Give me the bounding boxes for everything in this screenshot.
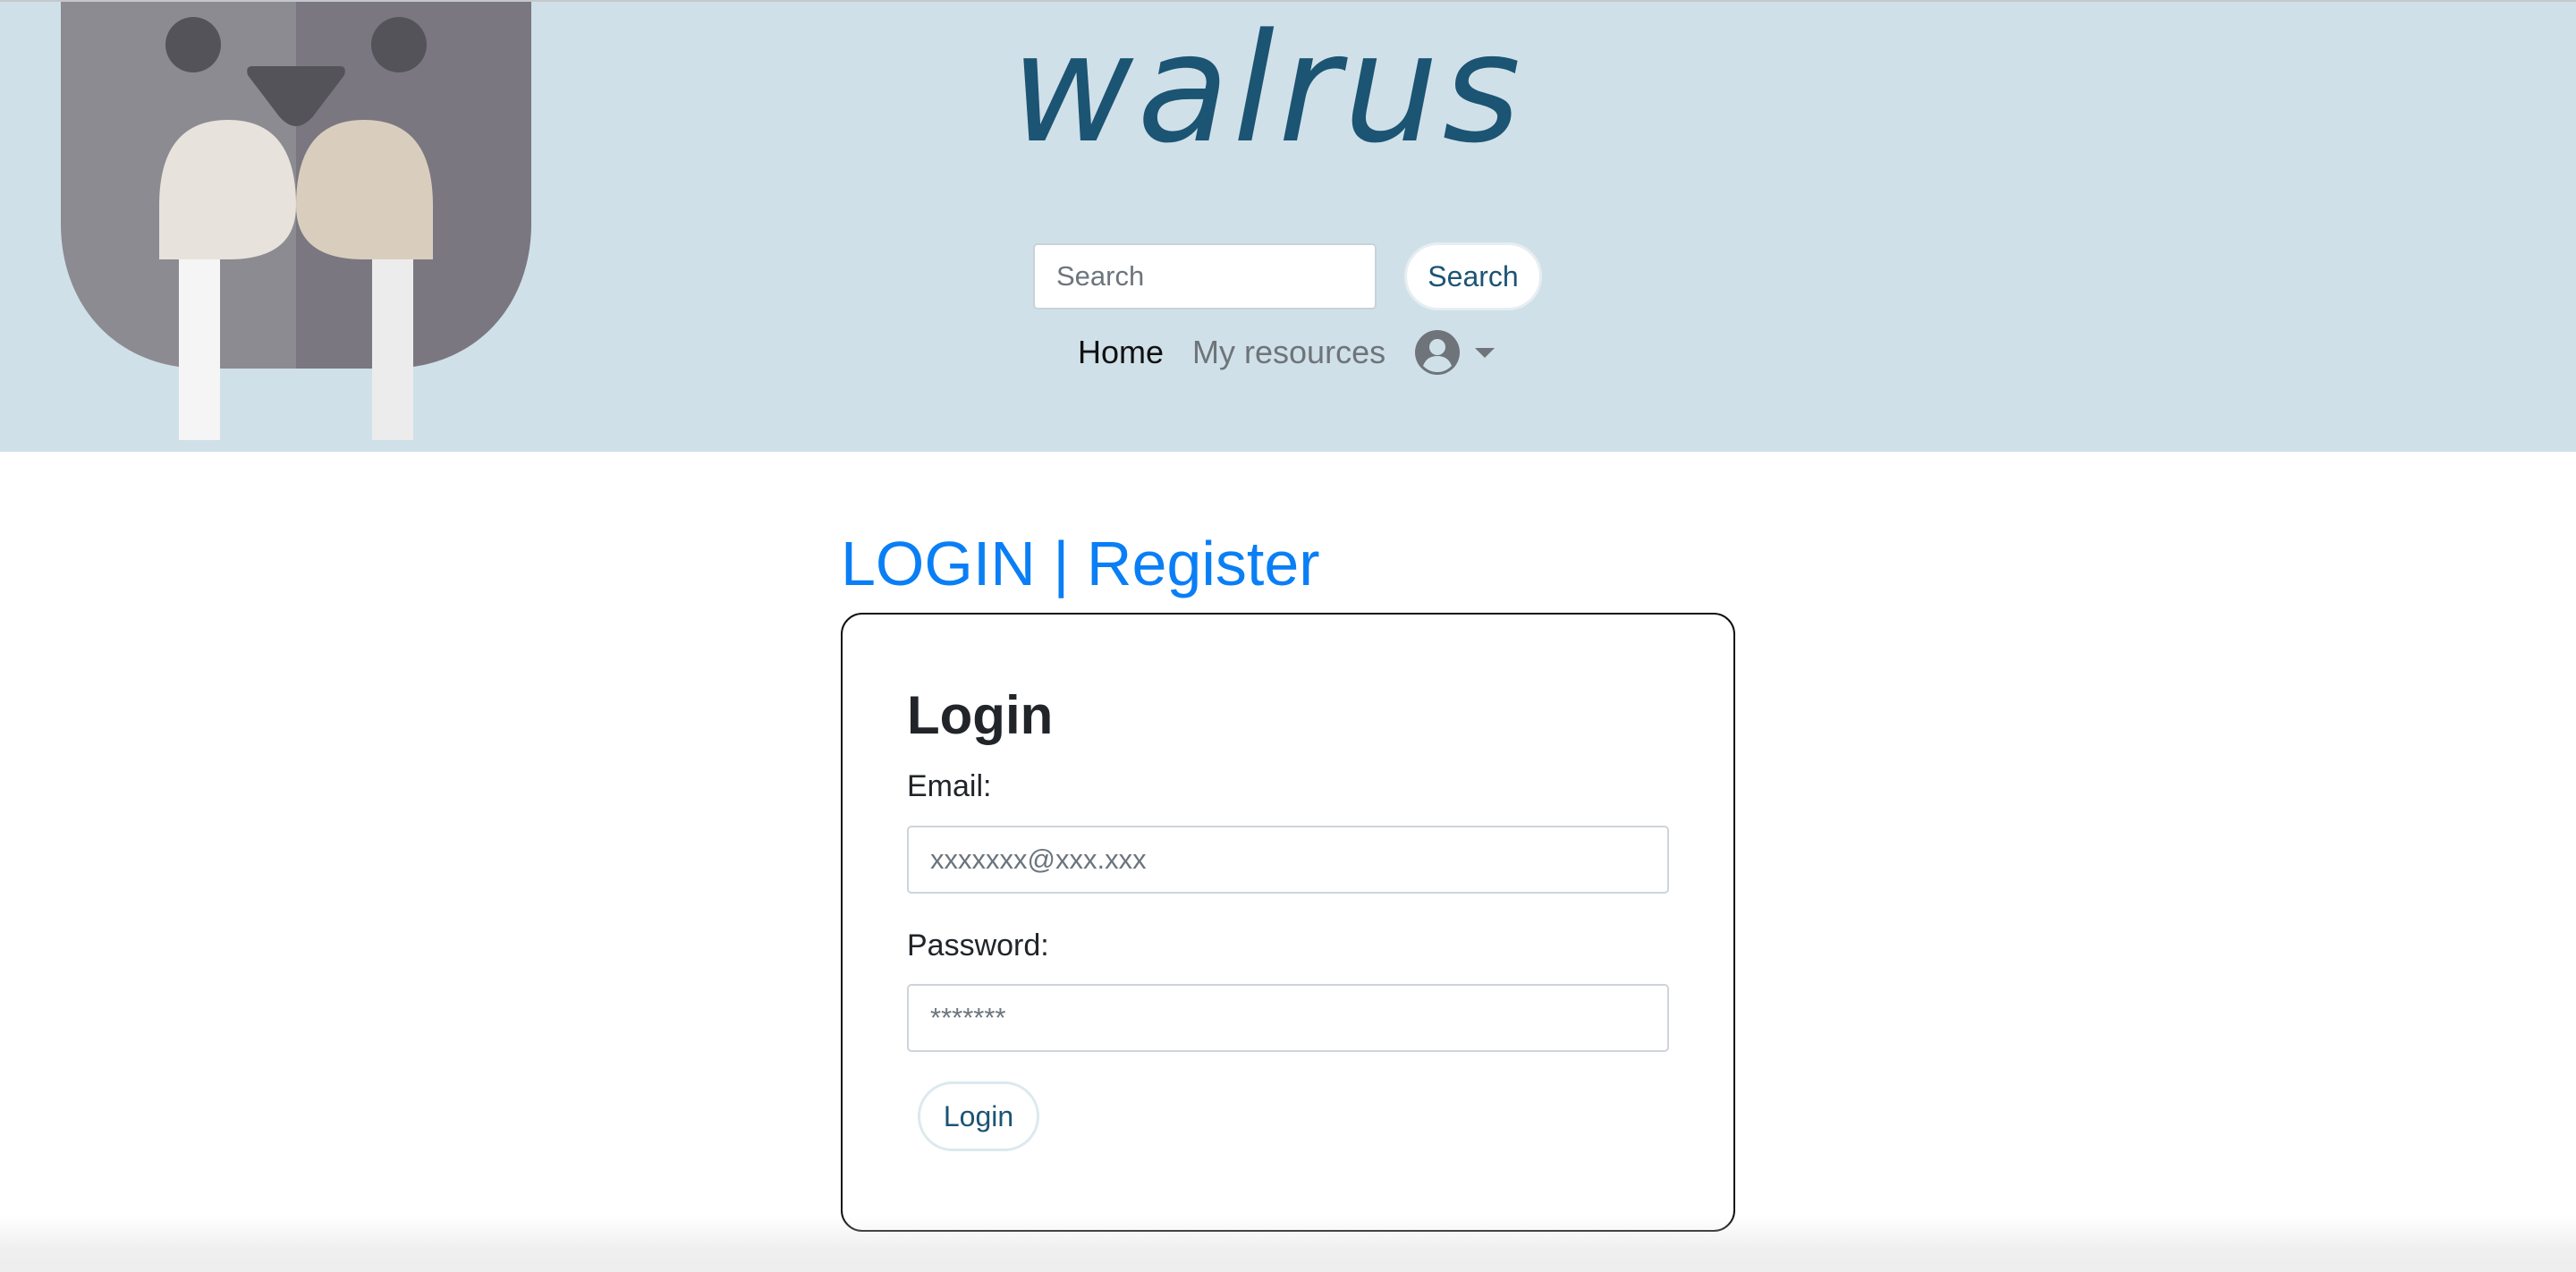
brand-title[interactable]: walrus: [1011, 13, 1565, 164]
search-input[interactable]: [1033, 243, 1377, 310]
auth-separator: |: [1035, 529, 1087, 598]
email-label: Email:: [907, 769, 992, 803]
nav-my-resources-link[interactable]: My resources: [1192, 334, 1385, 371]
auth-heading: LOGIN | Register: [841, 526, 1320, 601]
register-tab-link[interactable]: Register: [1087, 529, 1320, 598]
site-header: walrus Search Home My resources: [0, 0, 2576, 452]
user-circle-icon: [1415, 330, 1461, 375]
search-button[interactable]: Search: [1404, 242, 1542, 310]
login-form: Login Email: Password: Login: [841, 613, 1735, 1232]
login-submit-button[interactable]: Login: [918, 1081, 1039, 1151]
nav-home-link[interactable]: Home: [1078, 334, 1164, 371]
password-label: Password:: [907, 929, 1049, 962]
walrus-face-icon: [61, 2, 531, 440]
caret-down-icon: [1475, 348, 1496, 358]
password-field[interactable]: [907, 984, 1669, 1052]
main-nav: Home My resources: [1078, 326, 1496, 379]
user-menu-toggle[interactable]: [1414, 329, 1496, 376]
email-field[interactable]: [907, 826, 1669, 894]
login-tab-link[interactable]: LOGIN: [841, 529, 1036, 598]
login-form-title: Login: [907, 685, 1054, 745]
